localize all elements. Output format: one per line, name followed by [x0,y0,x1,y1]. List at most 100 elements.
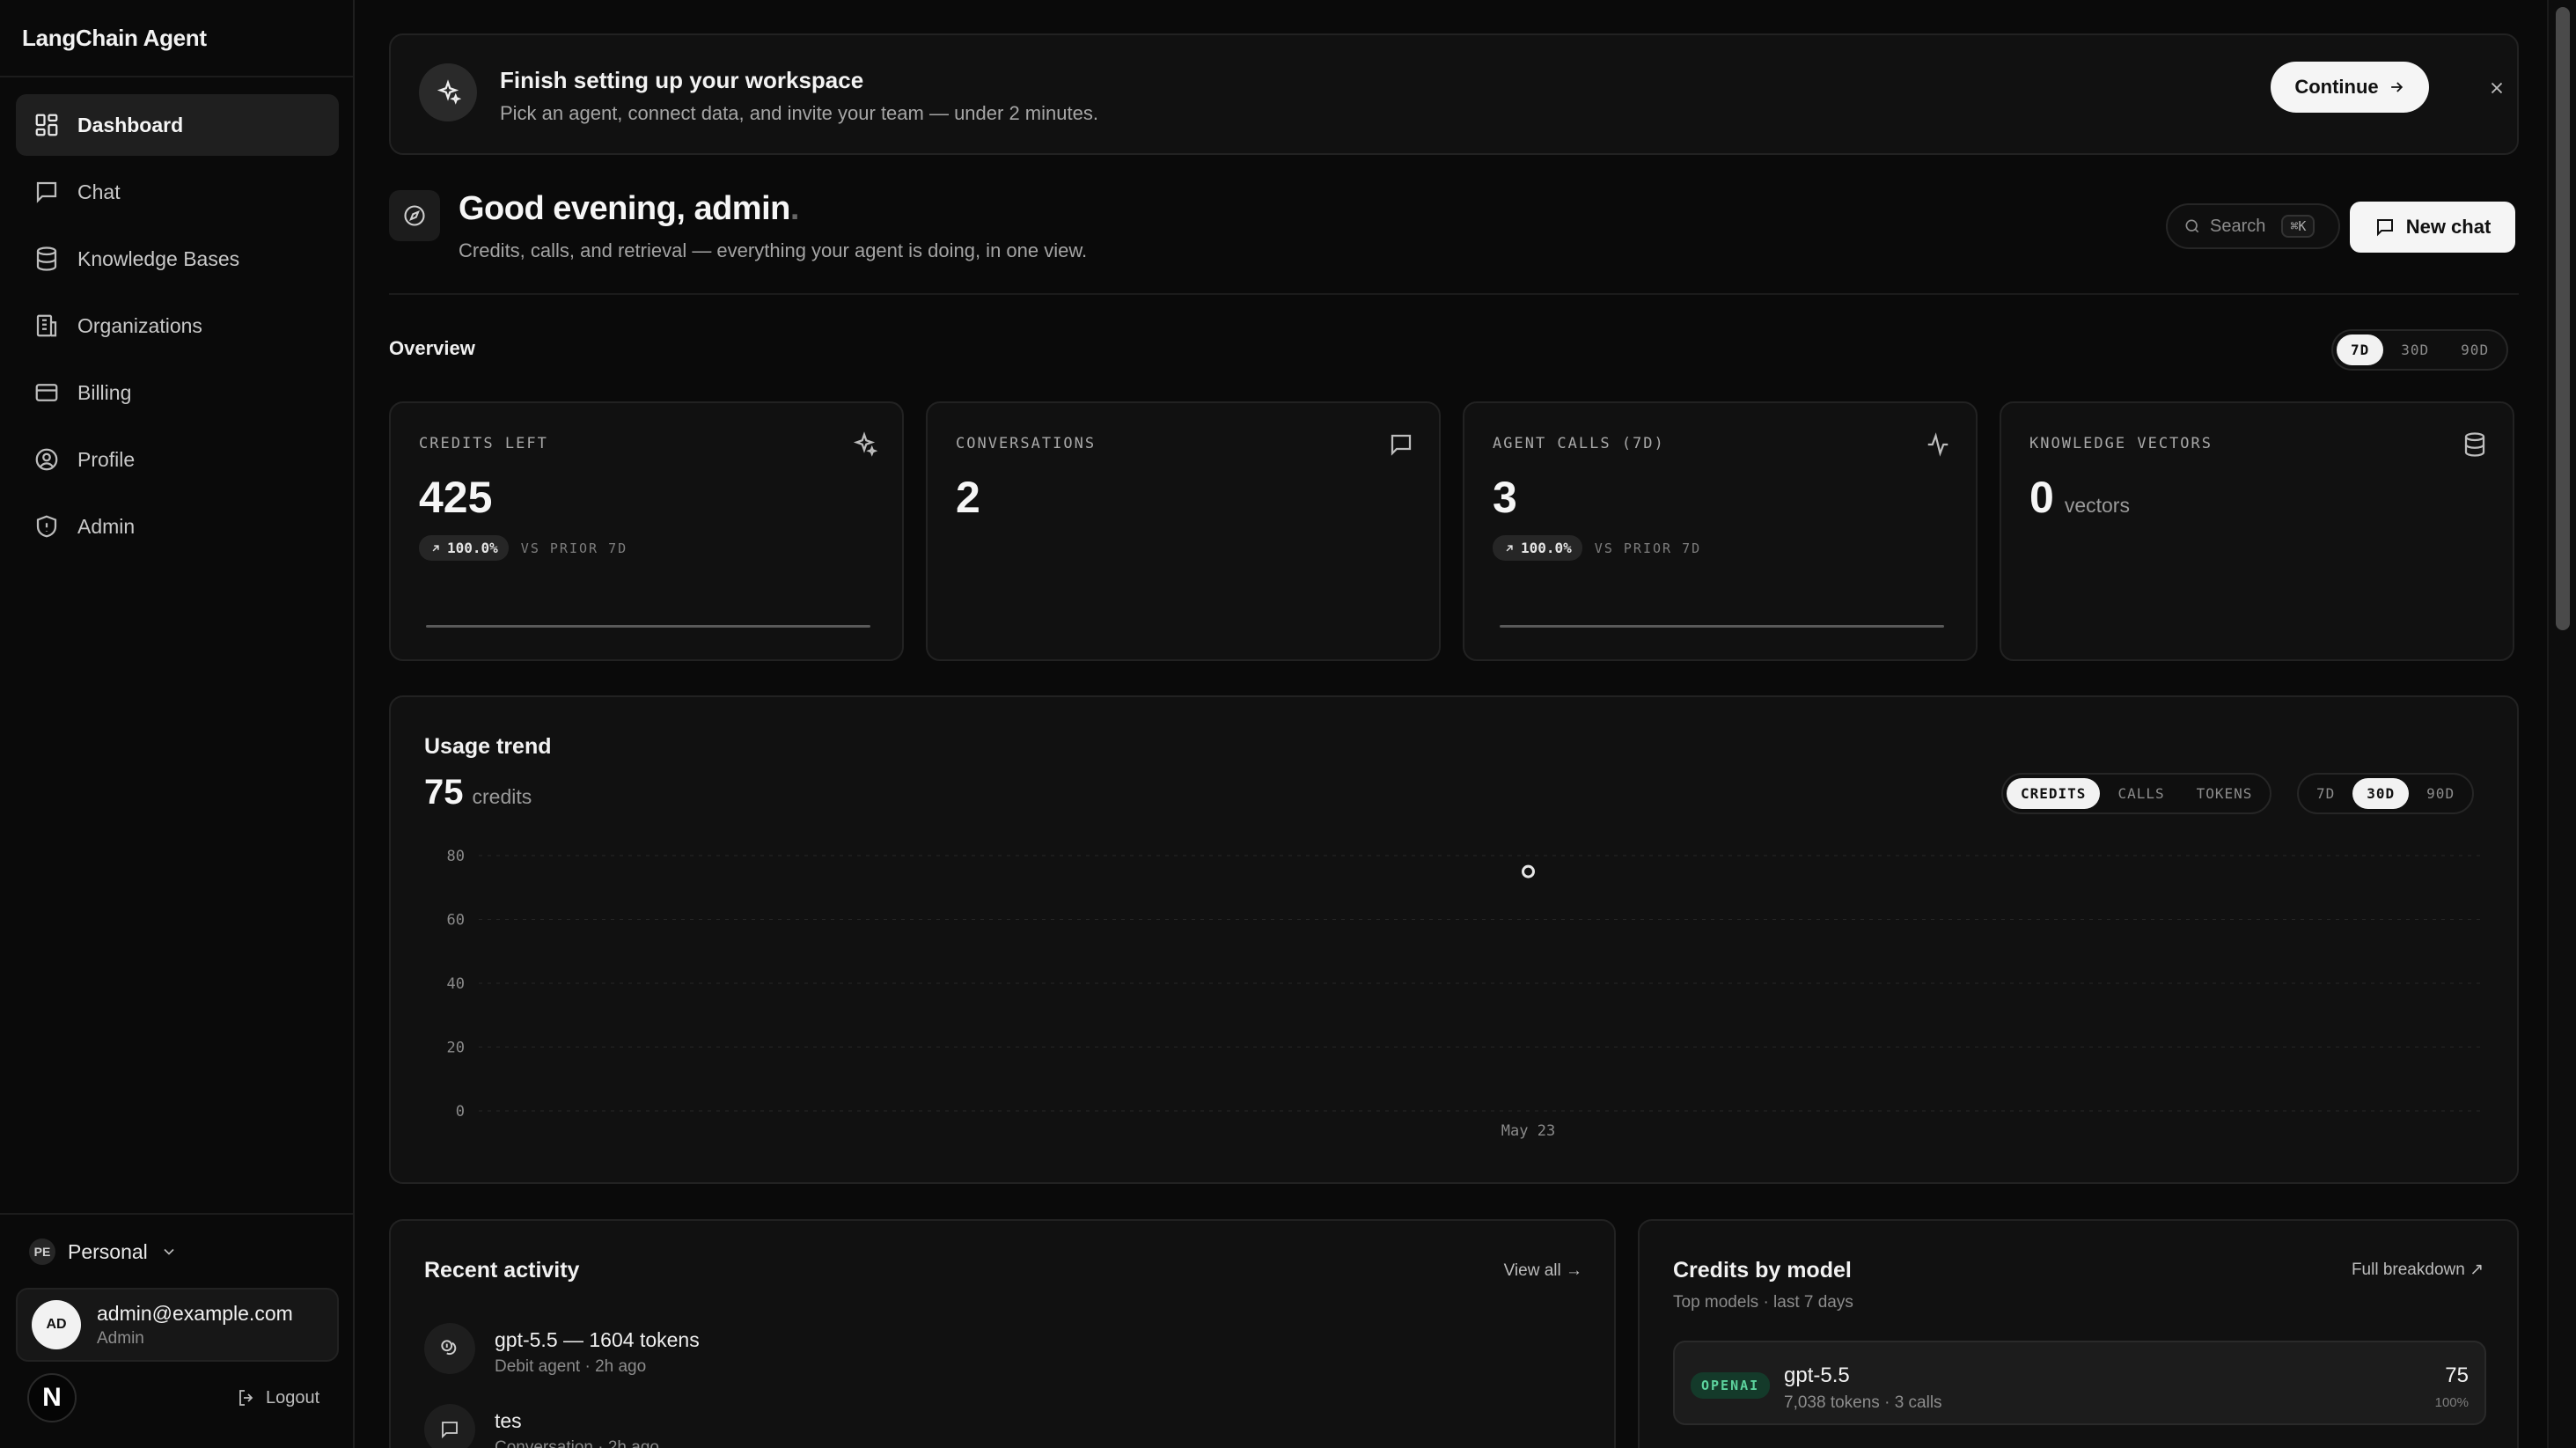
sidebar-item-billing[interactable]: Billing [16,362,339,423]
greeting-dot: . [789,190,800,227]
chat-icon [36,181,57,203]
sidebar-item-dashboard[interactable]: Dashboard [16,94,339,156]
sparkline [1500,625,1944,628]
activity-title: tes [495,1409,522,1432]
vendor-badge: OPENAI [1691,1372,1771,1399]
y-tick-label: 20 [447,1040,465,1057]
range-90d[interactable]: 90D [2447,334,2503,365]
message-icon [2376,219,2393,237]
sidebar-item-profile[interactable]: Profile [16,429,339,490]
user-role: Admin [97,1328,144,1348]
list-item[interactable]: gpt-5.5 — 1604 tokens Debit agent · 2h a… [424,1323,700,1377]
arrow-up-right-icon [1506,544,1513,551]
compass-icon [389,190,440,241]
range-30d[interactable]: 30D [2387,334,2443,365]
model-meta: 7,038 tokens · 3 calls [1784,1393,1942,1412]
stat-number: 0 [2029,473,2054,522]
user-email: admin@example.com [97,1301,293,1325]
page-title: Good evening, admin. [459,190,799,228]
delta-badge: 100.0% [1493,535,1582,561]
sidebar-divider [0,1213,353,1215]
continue-button[interactable]: Continue [2271,62,2429,113]
usage-trend-card: Usage trend 75 credits CREDITS CALLS TOKE… [389,695,2519,1184]
sidebar-item-label: Chat [77,180,121,203]
sidebar-divider [0,76,353,77]
building-icon [36,314,57,337]
scrollbar-thumb[interactable] [2556,7,2570,630]
stat-card-knowledge-vectors: KNOWLEDGE VECTORS 0 vectors [2000,401,2514,661]
sidebar-item-chat[interactable]: Chat [16,161,339,223]
stat-label: CREDITS LEFT [419,435,548,452]
model-row[interactable]: OPENAI gpt-5.5 7,038 tokens · 3 calls 75… [1673,1341,2486,1425]
delta-value: 100.0% [447,540,498,556]
database-icon [2464,432,2485,457]
model-credits: 75 [2445,1363,2469,1387]
recent-activity-card: Recent activity View all → gpt-5.5 — 160… [389,1219,1616,1448]
sidebar-item-knowledge-bases[interactable]: Knowledge Bases [16,228,339,290]
logout-button[interactable]: Logout [236,1387,319,1408]
delta-note: VS PRIOR 7D [520,540,628,556]
new-chat-button[interactable]: New chat [2350,202,2515,253]
stat-value: 0 vectors [2029,472,2130,523]
stat-card-agent-calls: AGENT CALLS (7D) 3 100.0% VS PRIOR 7D [1463,401,1978,661]
dashboard-icon [35,114,58,136]
stat-label: CONVERSATIONS [956,435,1097,452]
sidebar-item-admin[interactable]: Admin [16,496,339,557]
usage-trend-chart: 0 20 40 60 80 May 23 [447,848,2481,1140]
x-tick-label: May 23 [1501,1122,1555,1140]
page-subtitle: Credits, calls, and retrieval — everythi… [459,239,1088,261]
banner-title: Finish setting up your workspace [500,67,864,93]
list-item[interactable]: tes Conversation · 2h ago [424,1404,659,1448]
view-all-link[interactable]: View all → [1504,1261,1582,1281]
stat-label: KNOWLEDGE VECTORS [2029,435,2213,452]
sidebar-item-label: Organizations [77,313,202,337]
close-icon [2491,82,2503,94]
search-icon [2185,219,2199,233]
y-tick-label: 80 [447,848,465,865]
sidebar-item-label: Admin [77,514,136,538]
message-icon [424,1404,475,1448]
avatar: AD [32,1300,81,1349]
stat-unit: vectors [2064,494,2130,517]
delta-note: VS PRIOR 7D [1594,540,1702,556]
close-banner-button[interactable] [2484,75,2510,101]
range-7d[interactable]: 7D [2337,334,2384,365]
credits-by-model-card: Credits by model Top models · last 7 day… [1638,1219,2519,1448]
banner-subtitle: Pick an agent, connect data, and invite … [500,102,1098,124]
app-title: LangChain Agent [22,25,207,51]
database-icon [36,246,57,271]
search-label: Search [2210,216,2266,236]
stat-value: 3 [1493,473,1517,522]
sidebar-item-label: Profile [77,447,136,471]
user-card[interactable]: AD admin@example.com Admin [16,1288,339,1362]
continue-label: Continue [2294,76,2379,98]
delta-badge: 100.0% [419,535,509,561]
arrow-up-right-icon [432,544,439,551]
y-tick-label: 60 [447,912,465,930]
stat-label: AGENT CALLS (7D) [1493,435,1665,452]
search-shortcut: ⌘K [2281,215,2315,238]
data-point[interactable] [1522,864,1535,878]
activity-subtitle: Debit agent · 2h ago [495,1357,647,1376]
sparkle-icon [853,431,877,457]
sidebar-item-label: Billing [77,380,132,404]
workspace-badge: PE [29,1239,55,1265]
sidebar-nav: Dashboard Chat Knowledge Bases Organizat… [16,94,339,562]
activity-title: gpt-5.5 — 1604 tokens [495,1328,700,1351]
overview-range-selector: 7D 30D 90D [2331,329,2509,371]
credits-by-model-subtitle: Top models · last 7 days [1673,1293,1853,1312]
delta-value: 100.0% [1521,540,1572,556]
search-button[interactable]: Search ⌘K [2166,203,2340,249]
stat-card-conversations: CONVERSATIONS 2 [926,401,1441,661]
brand-logo: N [27,1373,77,1422]
sidebar-item-organizations[interactable]: Organizations [16,295,339,356]
coins-icon [424,1323,475,1374]
workspace-switcher[interactable]: PE Personal [29,1239,178,1265]
full-breakdown-link[interactable]: Full breakdown ↗ [2352,1260,2484,1280]
scrollbar[interactable] [2547,0,2576,1448]
sidebar: LangChain Agent Dashboard Chat Knowledge… [0,0,355,1448]
stat-value: 2 [956,473,980,522]
user-circle-icon [35,448,58,471]
model-percent: 100% [2434,1395,2469,1410]
stat-delta: 100.0% VS PRIOR 7D [419,535,627,561]
